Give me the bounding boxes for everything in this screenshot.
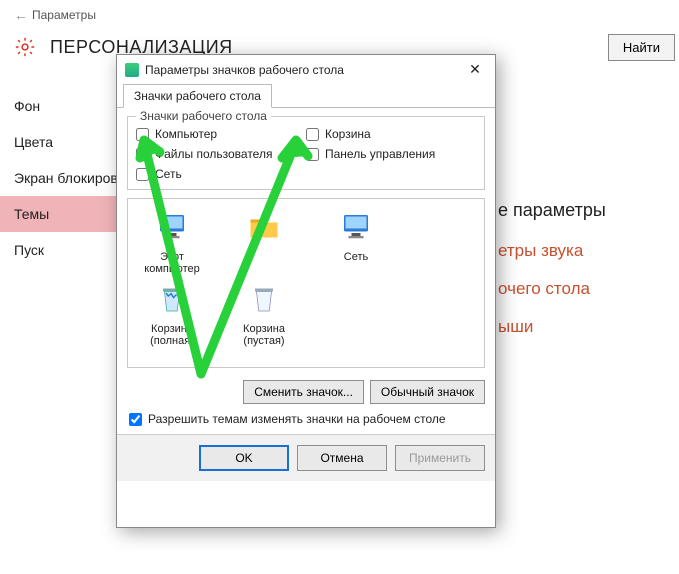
desktop-icon-0[interactable]: Этот компьютер (134, 207, 210, 275)
related-link-desktop[interactable]: очего стола (498, 279, 606, 299)
check-userfiles[interactable]: Файлы пользователя (136, 147, 306, 161)
check-control[interactable]: Панель управления (306, 147, 476, 161)
checkbox-computer[interactable] (136, 128, 149, 141)
desktop-icons-dialog: Параметры значков рабочего стола ✕ Значк… (116, 54, 496, 528)
folder-icon (244, 207, 284, 247)
desktop-icon-1[interactable] (226, 207, 302, 275)
group-legend: Значки рабочего стола (136, 109, 271, 123)
checkbox-userfiles[interactable] (136, 148, 149, 161)
related-settings: е параметры етры звука очего стола ыши (498, 200, 606, 355)
check-network[interactable]: Сеть (136, 167, 306, 181)
dialog-title: Параметры значков рабочего стола (145, 63, 344, 77)
dialog-footer: OK Отмена Применить (117, 434, 495, 481)
pc-icon (336, 207, 376, 247)
cancel-button[interactable]: Отмена (297, 445, 387, 471)
find-button[interactable]: Найти (608, 34, 675, 61)
checkbox-recycle[interactable] (306, 128, 319, 141)
allow-themes-check[interactable]: Разрешить темам изменять значки на рабоч… (117, 408, 495, 434)
dialog-tabstrip: Значки рабочего стола (117, 82, 495, 108)
checkbox-control[interactable] (306, 148, 319, 161)
checkbox-group: Значки рабочего стола Компьютер Корзина … (127, 116, 485, 190)
checkbox-allow-themes[interactable] (129, 413, 142, 426)
dialog-icon (125, 63, 139, 77)
gear-icon (14, 36, 36, 58)
related-link-mouse[interactable]: ыши (498, 317, 606, 337)
desktop-icon-2[interactable]: Сеть (318, 207, 394, 275)
dialog-titlebar: Параметры значков рабочего стола ✕ (117, 55, 495, 82)
window-title: Параметры (32, 8, 96, 22)
check-recycle[interactable]: Корзина (306, 127, 476, 141)
ok-button[interactable]: OK (199, 445, 289, 471)
bin-full-icon (152, 279, 192, 319)
change-icon-button[interactable]: Сменить значок... (243, 380, 364, 404)
checkbox-network[interactable] (136, 168, 149, 181)
close-icon[interactable]: ✕ (463, 61, 487, 78)
check-computer[interactable]: Компьютер (136, 127, 306, 141)
tab-desktop-icons[interactable]: Значки рабочего стола (123, 84, 272, 108)
icon-preview-box: Этот компьютер Сеть Корзина (полная)Корзин… (127, 198, 485, 368)
related-heading: е параметры (498, 200, 606, 221)
apply-button[interactable]: Применить (395, 445, 485, 471)
pc-icon (152, 207, 192, 247)
back-icon[interactable]: ← (10, 7, 32, 23)
desktop-icon-4[interactable]: Корзина (пустая) (226, 279, 302, 347)
window-titlebar: ← Параметры (0, 0, 679, 30)
default-icon-button[interactable]: Обычный значок (370, 380, 485, 404)
desktop-icon-3[interactable]: Корзина (полная) (134, 279, 210, 347)
related-link-sound[interactable]: етры звука (498, 241, 606, 261)
bin-empty-icon (244, 279, 284, 319)
